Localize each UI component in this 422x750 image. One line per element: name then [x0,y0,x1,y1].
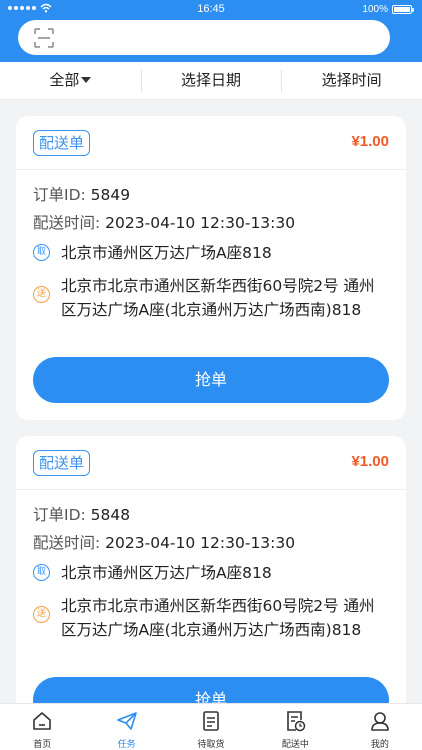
pickup-address-row: 取 北京市通州区万达广场A座818 [33,241,389,265]
caret-down-icon [81,77,92,83]
order-card: 配送单 ¥1.00 订单ID: 5849 配送时间: 2023-04-10 12… [16,116,406,420]
order-id-line: 订单ID: 5848 [33,503,130,525]
status-bar: 16:45 100% [0,0,422,20]
order-id-line: 订单ID: 5849 [33,183,130,205]
document-icon [203,711,219,731]
order-card-header: 配送单 ¥1.00 [16,116,406,170]
filter-all[interactable]: 全部 [0,62,141,100]
order-id-label: 订单ID: [33,506,86,524]
order-id: 5849 [90,186,131,204]
paper-plane-icon [116,712,137,730]
bottom-tab-bar: 首页 任务 待取货 配送中 我的 [0,703,422,750]
dropoff-badge-icon: 送 [33,606,50,623]
delivery-time-line: 配送时间: 2023-04-10 12:30-13:30 [33,211,295,233]
dropoff-address: 北京市北京市通州区新华西街60号院2号 通州区万达广场A座(北京通州万达广场西南… [61,277,375,319]
order-price: ¥1.00 [351,453,389,470]
clock-document-icon [287,711,306,732]
tab-delivering[interactable]: 配送中 [253,704,337,750]
scan-icon[interactable] [34,28,54,48]
filter-date[interactable]: 选择日期 [140,62,282,100]
tab-home-label: 首页 [33,740,52,750]
delivery-time: 2023-04-10 12:30-13:30 [105,214,296,232]
tab-task-label: 任务 [117,740,136,750]
tab-task[interactable]: 任务 [84,704,168,750]
pickup-address: 北京市通州区万达广场A座818 [61,244,272,262]
tab-pickup[interactable]: 待取货 [169,704,253,750]
dropoff-address-row: 送 北京市北京市通州区新华西街60号院2号 通州区万达广场A座(北京通州万达广场… [33,274,389,322]
grab-order-button[interactable]: 抢单 [33,357,389,403]
order-card: 配送单 ¥1.00 订单ID: 5848 配送时间: 2023-04-10 12… [16,436,406,740]
order-type-badge: 配送单 [33,130,91,156]
tab-delivering-label: 配送中 [281,740,309,750]
dropoff-badge-icon: 送 [33,286,50,303]
tab-mine-label: 我的 [370,740,389,750]
filter-time-label: 选择时间 [321,70,382,89]
battery-icon [392,5,414,14]
dropoff-address: 北京市北京市通州区新华西街60号院2号 通州区万达广场A座(北京通州万达广场西南… [61,597,375,639]
status-time: 16:45 [197,3,225,15]
order-id: 5848 [90,506,131,524]
delivery-time: 2023-04-10 12:30-13:30 [105,534,296,552]
delivery-time-label: 配送时间: [33,534,101,552]
order-price: ¥1.00 [351,133,389,150]
tab-home[interactable]: 首页 [0,704,84,750]
home-icon [33,712,52,730]
delivery-time-label: 配送时间: [33,214,101,232]
search-input[interactable] [18,20,390,55]
pickup-badge-icon: 取 [33,564,50,581]
tab-mine[interactable]: 我的 [338,704,422,750]
order-card-header: 配送单 ¥1.00 [16,436,406,490]
battery-percentage: 100% [362,4,388,15]
pickup-badge-icon: 取 [33,244,50,261]
filter-date-label: 选择日期 [181,70,242,89]
dropoff-address-row: 送 北京市北京市通州区新华西街60号院2号 通州区万达广场A座(北京通州万达广场… [33,594,389,642]
filter-time[interactable]: 选择时间 [281,62,422,100]
pickup-address: 北京市通州区万达广场A座818 [61,564,272,582]
order-id-label: 订单ID: [33,186,86,204]
filter-bar: 全部 选择日期 选择时间 [0,62,422,100]
delivery-time-line: 配送时间: 2023-04-10 12:30-13:30 [33,531,295,553]
user-icon [371,712,389,731]
tab-pickup-label: 待取货 [197,740,225,750]
pickup-address-row: 取 北京市通州区万达广场A座818 [33,561,389,585]
order-type-badge: 配送单 [33,450,91,476]
filter-all-label: 全部 [49,70,80,89]
header: 16:45 100% [0,0,422,62]
